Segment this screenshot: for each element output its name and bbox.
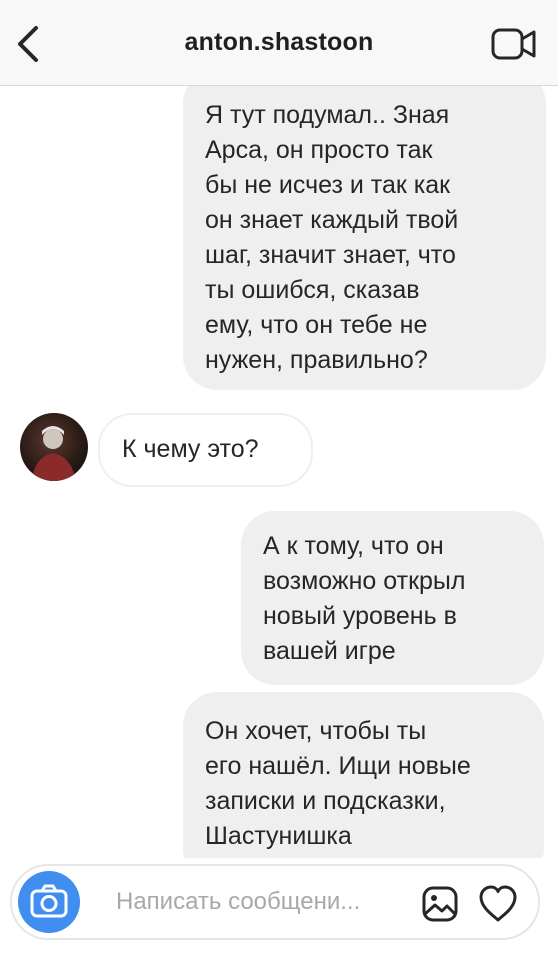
camera-button[interactable]	[18, 871, 80, 933]
message-text: Я тут подумал.. Зная Арса, он просто так…	[205, 101, 459, 374]
chat-header: anton.shastoon	[0, 0, 558, 86]
video-camera-icon	[491, 28, 536, 60]
composer-area	[0, 858, 558, 960]
message-thread[interactable]: Я тут подумал.. Зная Арса, он просто так…	[0, 86, 558, 858]
message-text: А к тому, что он возможно открыл новый у…	[263, 532, 466, 665]
outgoing-message[interactable]: Он хочет, чтобы ты его нашёл. Ищи новые …	[183, 692, 544, 858]
heart-icon	[479, 885, 517, 922]
incoming-message[interactable]: К чему это?	[98, 413, 313, 487]
video-call-button[interactable]	[490, 24, 538, 64]
avatar[interactable]	[20, 413, 88, 481]
message-input[interactable]	[116, 884, 406, 920]
message-composer	[10, 864, 540, 940]
conversation-title[interactable]: anton.shastoon	[0, 28, 558, 57]
message-text: Он хочет, чтобы ты его нашёл. Ищи новые …	[205, 717, 471, 850]
message-text: К чему это?	[122, 435, 259, 463]
camera-icon	[30, 884, 68, 918]
like-button[interactable]	[476, 882, 520, 926]
outgoing-message[interactable]: Я тут подумал.. Зная Арса, он просто так…	[183, 86, 546, 390]
gallery-icon	[422, 886, 458, 922]
gallery-button[interactable]	[420, 884, 460, 924]
outgoing-message[interactable]: А к тому, что он возможно открыл новый у…	[241, 511, 544, 685]
